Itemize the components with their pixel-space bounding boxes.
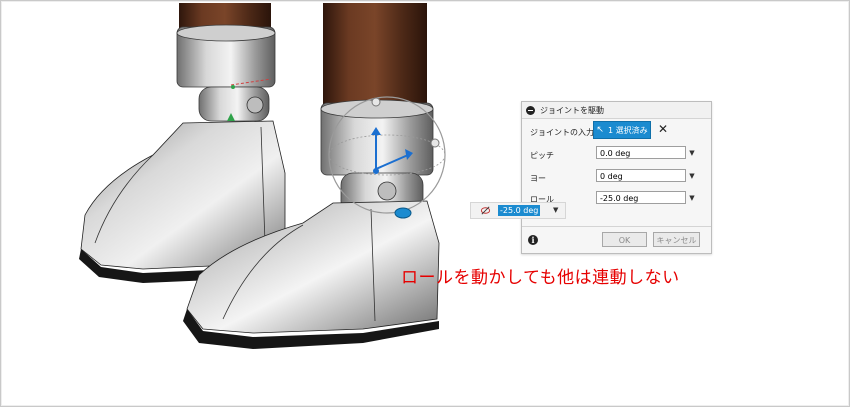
scene-canvas xyxy=(79,3,446,349)
pitch-label: ピッチ xyxy=(530,151,554,160)
info-icon[interactable]: i xyxy=(528,235,538,245)
yaw-dropdown-icon[interactable]: ▼ xyxy=(687,171,697,181)
pitch-row: ピッチ xyxy=(530,150,596,161)
roll-field[interactable]: -25.0 deg xyxy=(596,191,686,204)
annotation-text: ロールを動かしても他は連動しない xyxy=(401,268,680,288)
joint-input-row: ジョイントの入力 xyxy=(530,127,596,138)
inline-angle-input[interactable]: -25.0 deg xyxy=(498,205,541,216)
yaw-field[interactable]: 0 deg xyxy=(596,169,686,182)
yaw-handle[interactable] xyxy=(430,138,440,148)
dialog-title: ジョイントを駆動 xyxy=(540,105,604,115)
roll-axis-icon xyxy=(480,206,491,215)
ok-button[interactable]: OK xyxy=(602,232,647,247)
inline-dropdown-icon[interactable]: ▼ xyxy=(553,205,558,216)
inline-angle-editor: -25.0 deg ▼ xyxy=(470,202,566,219)
pitch-field[interactable]: 0.0 deg xyxy=(596,146,686,159)
pitch-handle[interactable] xyxy=(371,97,381,107)
joint-input-label: ジョイントの入力 xyxy=(530,128,594,137)
screenshot-frame: ジョイントを駆動 ジョイントの入力 ピッチ ヨー ロール i OK キャンセル … xyxy=(0,0,850,407)
collapse-icon[interactable] xyxy=(526,105,535,115)
3d-viewport[interactable]: ジョイントを駆動 ジョイントの入力 ピッチ ヨー ロール i OK キャンセル … xyxy=(3,3,849,406)
clear-selection-icon[interactable]: ✕ xyxy=(656,122,670,136)
cursor-arrow-icon: ↖ xyxy=(596,124,604,135)
yaw-label: ヨー xyxy=(530,174,546,183)
pitch-dropdown-icon[interactable]: ▼ xyxy=(687,148,697,158)
yaw-row: ヨー xyxy=(530,173,596,184)
roll-handle[interactable] xyxy=(394,207,412,219)
joint-selection-button[interactable]: ↖ 1 選択済み xyxy=(593,121,651,139)
dialog-footer: i OK キャンセル xyxy=(522,226,711,253)
dialog-header[interactable]: ジョイントを駆動 xyxy=(522,102,711,119)
right-shin-wood xyxy=(323,3,427,113)
roll-dropdown-icon[interactable]: ▼ xyxy=(687,193,697,203)
selection-label: 1 選択済み xyxy=(607,125,648,135)
cancel-button[interactable]: キャンセル xyxy=(653,232,700,247)
